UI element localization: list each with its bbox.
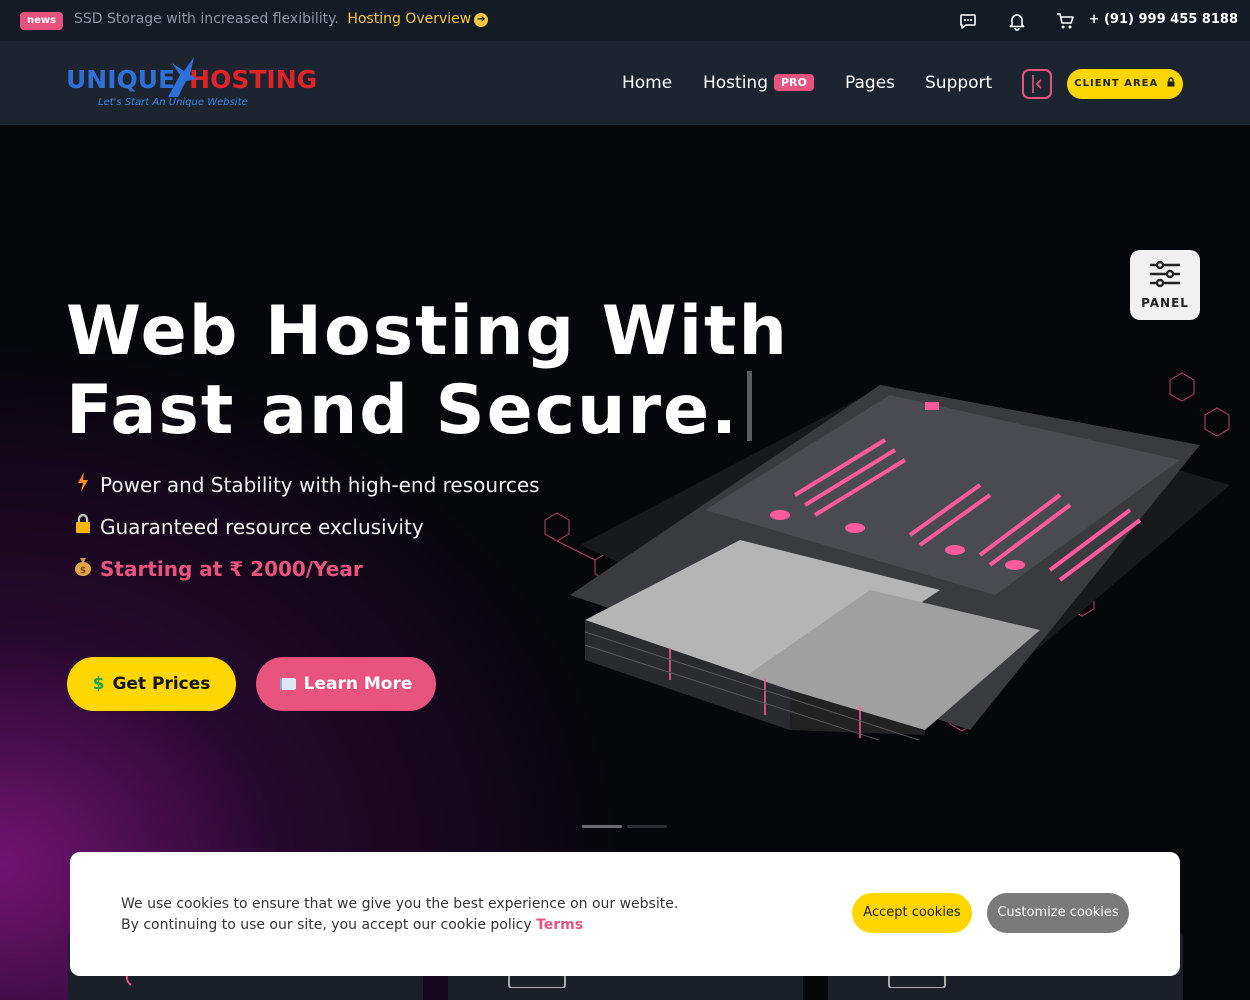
learn-more-label: Learn More xyxy=(303,674,413,694)
book-icon xyxy=(279,678,296,690)
get-prices-label: Get Prices xyxy=(112,674,211,694)
feature-text: Starting at ₹ 2000/Year xyxy=(100,557,363,581)
customize-cookies-button[interactable]: Customize cookies xyxy=(987,893,1129,933)
phone-number[interactable]: + (91) 999 455 8188 xyxy=(1089,12,1238,27)
eagle-icon xyxy=(168,57,198,97)
top-bar: news SSD Storage with increased flexibil… xyxy=(0,0,1250,41)
chevron-left-icon xyxy=(1032,75,1042,93)
nav-home[interactable]: Home xyxy=(622,73,672,93)
hosting-overview-link[interactable]: Hosting Overview ➔ xyxy=(347,11,489,27)
feature-text: Power and Stability with high-end resour… xyxy=(100,473,540,497)
feature-item: Guaranteed resource exclusivity xyxy=(72,513,424,539)
cookie-line2-text: By continuing to use our site, you accep… xyxy=(121,917,532,933)
cookie-banner: We use cookies to ensure that we give yo… xyxy=(70,852,1180,976)
feature-text: Guaranteed resource exclusivity xyxy=(100,515,424,539)
logo-tagline: Let's Start An Unique Website xyxy=(98,97,248,108)
nav-hosting[interactable]: Hosting PRO xyxy=(703,73,814,93)
announcement: SSD Storage with increased flexibility. … xyxy=(74,11,489,27)
pro-badge: PRO xyxy=(774,74,814,91)
nav-hosting-label: Hosting xyxy=(703,73,768,93)
cookie-line1: We use cookies to ensure that we give yo… xyxy=(121,896,679,912)
hero-title-line1: Web Hosting With xyxy=(66,292,789,371)
sidebar-toggle-button[interactable] xyxy=(1022,69,1052,99)
announcement-text: SSD Storage with increased flexibility. xyxy=(74,11,339,27)
cart-icon[interactable] xyxy=(1055,11,1075,31)
cookie-message: We use cookies to ensure that we give yo… xyxy=(121,894,678,936)
lightning-icon xyxy=(72,472,94,497)
terms-link[interactable]: Terms xyxy=(536,917,583,933)
site-logo[interactable]: UNIQUE HOSTING Let's Start An Unique Webs… xyxy=(66,57,321,113)
logo-right-text: HOSTING xyxy=(189,65,318,94)
arrow-right-icon: ➔ xyxy=(474,13,489,27)
sliders-icon xyxy=(1150,260,1180,288)
lock-icon xyxy=(72,513,94,539)
nav-pages[interactable]: Pages xyxy=(845,73,895,93)
typing-cursor xyxy=(746,371,752,441)
nav-support[interactable]: Support xyxy=(925,73,992,93)
chat-icon[interactable] xyxy=(958,11,978,31)
hero-title-line2: Fast and Secure. xyxy=(66,371,789,450)
bell-icon[interactable] xyxy=(1007,11,1027,31)
get-prices-button[interactable]: $ Get Prices xyxy=(67,657,236,711)
slider-dot-active[interactable] xyxy=(582,825,622,828)
money-bag-icon: $ xyxy=(72,556,94,581)
cookie-line2: By continuing to use our site, you accep… xyxy=(121,915,678,936)
panel-label: PANEL xyxy=(1141,296,1189,310)
main-header: UNIQUE HOSTING Let's Start An Unique Webs… xyxy=(0,41,1250,125)
feature-item: Power and Stability with high-end resour… xyxy=(72,472,540,497)
logo-left-text: UNIQUE xyxy=(66,65,176,94)
news-badge: news xyxy=(20,12,64,30)
learn-more-button[interactable]: Learn More xyxy=(256,657,436,711)
lock-icon xyxy=(1167,77,1175,87)
svg-text:$: $ xyxy=(80,566,86,576)
hosting-overview-label: Hosting Overview xyxy=(347,11,472,27)
slider-dot[interactable] xyxy=(627,825,667,828)
dollar-icon: $ xyxy=(92,674,105,694)
hero-title: Web Hosting With Fast and Secure. xyxy=(66,293,789,450)
client-area-button[interactable]: CLIENT AREA xyxy=(1067,69,1183,99)
hero-title-line2-text: Fast and Secure. xyxy=(66,371,739,450)
feature-item-price: $ Starting at ₹ 2000/Year xyxy=(72,556,363,581)
client-area-label: CLIENT AREA xyxy=(1074,78,1159,89)
accept-cookies-button[interactable]: Accept cookies xyxy=(852,893,972,933)
panel-button[interactable]: PANEL xyxy=(1130,250,1200,320)
